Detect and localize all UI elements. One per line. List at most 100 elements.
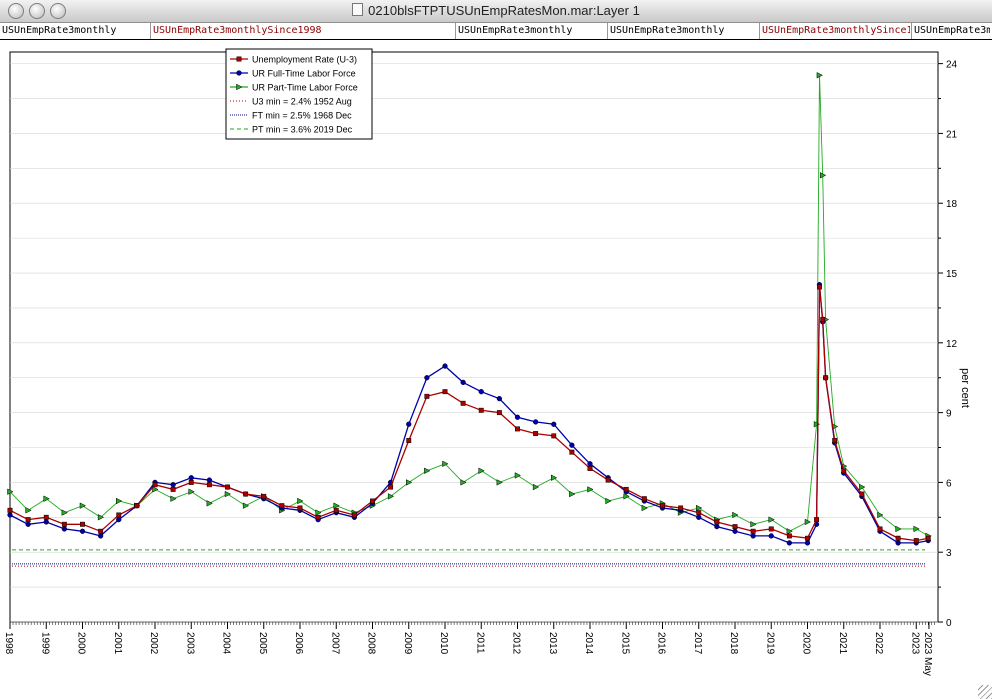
layer-tab-6[interactable]: USUnEmpRate3monthly (914, 25, 990, 36)
data-point (61, 521, 67, 527)
y-axis: 0 3 6 9 12 15 18 21 24 (938, 60, 958, 629)
data-point (98, 528, 104, 534)
data-point (814, 517, 820, 523)
data-point (170, 486, 176, 492)
legend-label: Unemployment Rate (U-3) (252, 55, 357, 65)
data-point (388, 484, 394, 490)
data-point (297, 505, 303, 511)
x-tick-label: 2015 (619, 632, 630, 655)
data-point (805, 535, 810, 541)
x-tick-label: 2005 (257, 632, 268, 655)
data-point (370, 498, 375, 504)
data-point (406, 421, 412, 427)
data-point (832, 438, 838, 443)
layer-tab-3[interactable]: USUnEmpRate3monthly (458, 25, 606, 36)
data-point (732, 528, 738, 534)
data-point (333, 507, 339, 513)
window-titlebar: 0210blsFTPTUSUnEmpRatesMon.mar:Layer 1 (0, 0, 992, 23)
data-point (605, 477, 611, 483)
data-point (43, 514, 49, 520)
data-point (786, 533, 792, 539)
data-point (152, 482, 158, 488)
x-tick-label: 2023 (909, 632, 920, 655)
data-point (786, 540, 793, 546)
x-tick-label: 2006 (293, 632, 304, 655)
data-point (116, 516, 122, 523)
data-point (442, 363, 448, 369)
data-point (315, 514, 321, 520)
data-point (261, 493, 267, 499)
y-tick-label: 6 (946, 478, 952, 489)
layer-tab-5[interactable]: USUnEmpRate3monthlySince1 (762, 25, 910, 36)
data-point (279, 503, 285, 509)
data-point (714, 523, 720, 530)
data-point (532, 419, 539, 425)
data-point (660, 503, 665, 509)
data-point (623, 486, 629, 492)
y-tick-label: 9 (946, 409, 952, 420)
data-point (768, 526, 774, 532)
data-point (460, 379, 466, 386)
y-tick-label: 21 (946, 129, 958, 140)
x-tick-label: 2001 (112, 632, 123, 655)
data-point (188, 479, 194, 485)
data-point (236, 70, 242, 76)
data-point (678, 505, 684, 511)
x-tick-label: 2021 (837, 632, 848, 655)
data-point (877, 526, 883, 532)
x-tick-label: 2017 (692, 632, 703, 655)
x-tick-label: 2013 (547, 632, 558, 655)
data-point (7, 507, 13, 513)
document-icon (352, 3, 364, 16)
data-point (820, 317, 826, 323)
data-point (206, 482, 212, 488)
data-point (732, 524, 738, 530)
data-point (478, 389, 484, 395)
data-point (424, 393, 430, 399)
data-point (61, 526, 68, 532)
y-axis-label: per cent (959, 368, 971, 408)
data-point (236, 56, 242, 62)
data-point (406, 438, 412, 443)
x-tick-label: 2014 (583, 632, 594, 655)
data-point (225, 484, 230, 490)
data-point (641, 496, 647, 502)
y-tick-label: 24 (946, 60, 958, 71)
x-tick-label: 2022 (873, 632, 884, 655)
window-title: 0210blsFTPTUSUnEmpRatesMon.mar:Layer 1 (0, 3, 992, 18)
data-point (859, 491, 865, 497)
layer-tab-2[interactable]: USUnEmpRate3monthlySince1998 (153, 25, 453, 36)
x-tick-label: 2007 (329, 632, 340, 655)
x-tick-label: 2018 (728, 632, 739, 655)
data-point (188, 475, 194, 481)
data-point (551, 421, 557, 427)
layer-tab-strip: USUnEmpRate3monthly USUnEmpRate3monthlyS… (0, 23, 992, 40)
data-point (895, 540, 901, 546)
unemployment-chart: 0 3 6 9 12 15 18 21 24 1998 1999 2000 2001 2002 2003 2… (3, 48, 971, 676)
data-point (25, 517, 31, 523)
x-tick-label: 1999 (39, 632, 50, 655)
data-point (841, 468, 847, 474)
legend: Unemployment Rate (U-3) UR Full-Time Labo… (225, 48, 373, 140)
y-tick-label: 3 (946, 548, 952, 559)
data-point (714, 519, 720, 525)
legend-label: U3 min = 2.4% 1952 Aug (252, 97, 352, 107)
data-point (43, 519, 49, 525)
x-tick-label: 2000 (76, 632, 87, 655)
y-tick-label: 0 (946, 618, 952, 629)
data-point (895, 535, 901, 541)
layer-tab-1[interactable]: USUnEmpRate3monthly (2, 25, 150, 36)
data-point (913, 538, 919, 544)
x-tick-label: 1998 (3, 632, 14, 655)
data-point (424, 375, 430, 381)
resize-grip[interactable] (978, 685, 992, 699)
data-point (750, 528, 756, 534)
data-point (515, 426, 520, 432)
data-point (496, 396, 503, 402)
x-tick-label: 2002 (148, 632, 159, 655)
data-point (696, 510, 702, 516)
layer-tab-4[interactable]: USUnEmpRate3monthly (610, 25, 758, 36)
data-point (750, 533, 756, 539)
x-axis: 1998 1999 2000 2001 2002 2003 2004 2005 2006 2007… (3, 622, 935, 676)
window-title-text: 0210blsFTPTUSUnEmpRatesMon.mar:Layer 1 (368, 3, 640, 18)
